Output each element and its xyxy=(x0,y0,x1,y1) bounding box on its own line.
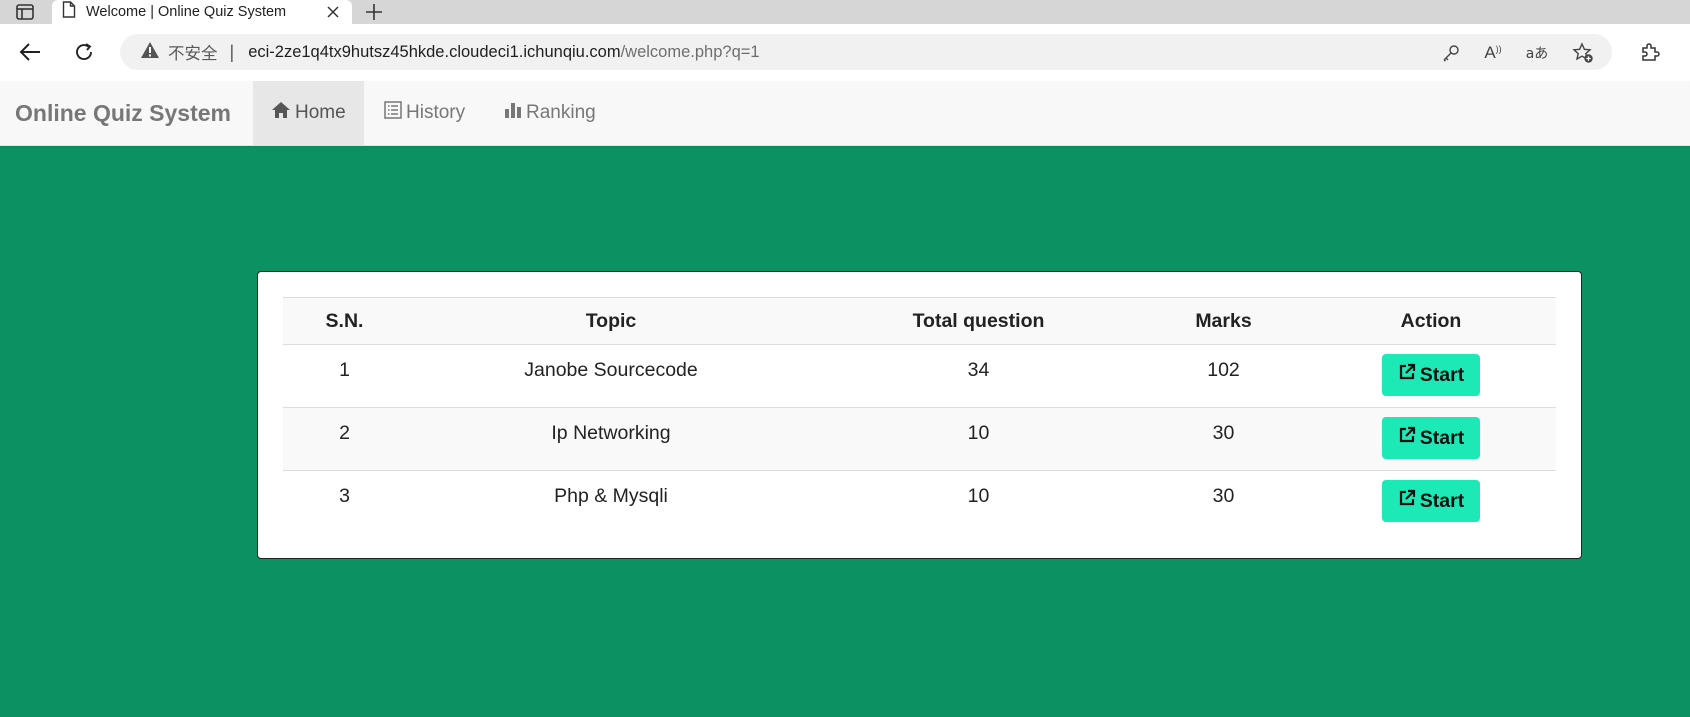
nav-item-label: Ranking xyxy=(526,102,596,123)
reload-icon[interactable] xyxy=(68,36,100,68)
list-icon xyxy=(384,101,406,125)
header-marks: Marks xyxy=(1141,297,1306,345)
close-icon[interactable] xyxy=(324,3,342,21)
cell-sn: 2 xyxy=(283,407,406,471)
url-host: eci-2ze1q4tx9hutsz45hkde.cloudeci1.ichun… xyxy=(248,42,621,61)
start-button[interactable]: Start xyxy=(1382,354,1480,396)
address-bar[interactable]: 不安全 | eci-2ze1q4tx9hutsz45hkde.cloudeci1… xyxy=(120,34,1612,70)
cell-sn: 3 xyxy=(283,470,406,534)
cell-topic: Janobe Sourcecode xyxy=(406,344,816,408)
tab-title: Welcome | Online Quiz System xyxy=(86,4,287,20)
quiz-panel: S.N. Topic Total question Marks Action 1… xyxy=(257,271,1582,559)
brand-title[interactable]: Online Quiz System xyxy=(15,81,231,146)
page-document-icon xyxy=(62,1,76,23)
cell-sn: 1 xyxy=(283,344,406,408)
nav-item-home[interactable]: Home xyxy=(253,81,364,145)
site-navbar: Online Quiz System Home History Ranking xyxy=(0,81,1690,146)
address-separator: | xyxy=(229,41,235,62)
home-icon xyxy=(271,101,295,125)
table-row: 3 Php & Mysqli 10 30 Start xyxy=(283,470,1556,534)
start-button-label: Start xyxy=(1419,489,1465,512)
nav-item-label: History xyxy=(406,102,466,123)
cell-marks: 30 xyxy=(1141,407,1306,471)
new-tab-icon[interactable] xyxy=(362,0,386,24)
header-action: Action xyxy=(1306,297,1556,345)
browser-toolbar: 不安全 | eci-2ze1q4tx9hutsz45hkde.cloudeci1… xyxy=(0,24,1690,81)
read-aloud-glyph: A xyxy=(1484,43,1496,62)
external-link-icon xyxy=(1398,489,1420,513)
start-button[interactable]: Start xyxy=(1382,417,1480,459)
url-path: /welcome.php?q=1 xyxy=(620,42,760,61)
security-warning[interactable]: 不安全 xyxy=(140,40,218,64)
cell-total-question: 34 xyxy=(816,344,1141,408)
table-row: 1 Janobe Sourcecode 34 102 Start xyxy=(283,344,1556,408)
browser-tab-strip: Welcome | Online Quiz System xyxy=(0,0,1690,24)
external-link-icon xyxy=(1398,363,1420,387)
cell-total-question: 10 xyxy=(816,407,1141,471)
favorites-star-icon[interactable] xyxy=(1572,42,1594,64)
translate-icon[interactable]: aあ xyxy=(1524,42,1550,64)
cell-total-question: 10 xyxy=(816,470,1141,534)
nav-item-label: Home xyxy=(295,102,346,123)
header-topic: Topic xyxy=(406,297,816,345)
bar-chart-icon xyxy=(504,101,526,125)
cell-action: Start xyxy=(1306,407,1556,471)
translate-glyph: aあ xyxy=(1525,46,1549,62)
start-button-label: Start xyxy=(1419,426,1465,449)
start-button-label: Start xyxy=(1419,363,1465,386)
quiz-table: S.N. Topic Total question Marks Action 1… xyxy=(283,297,1556,534)
read-aloud-icon[interactable]: A)) xyxy=(1482,42,1504,64)
browser-tab-active[interactable]: Welcome | Online Quiz System xyxy=(52,0,352,24)
back-arrow-icon[interactable] xyxy=(14,36,46,68)
start-button[interactable]: Start xyxy=(1382,480,1480,522)
nav-item-ranking[interactable]: Ranking xyxy=(486,81,614,145)
extensions-puzzle-icon[interactable] xyxy=(1636,38,1664,66)
header-total-question: Total question xyxy=(816,297,1141,345)
header-sn: S.N. xyxy=(283,297,406,345)
warning-triangle-icon xyxy=(140,41,160,64)
table-header-row: S.N. Topic Total question Marks Action xyxy=(283,297,1556,345)
cell-marks: 30 xyxy=(1141,470,1306,534)
tab-actions-icon[interactable] xyxy=(14,2,36,22)
security-label: 不安全 xyxy=(168,44,218,63)
nav-item-history[interactable]: History xyxy=(366,81,483,145)
table-row: 2 Ip Networking 10 30 Start xyxy=(283,407,1556,471)
cell-marks: 102 xyxy=(1141,344,1306,408)
cell-topic: Php & Mysqli xyxy=(406,470,816,534)
cell-topic: Ip Networking xyxy=(406,407,816,471)
external-link-icon xyxy=(1398,426,1420,450)
cell-action: Start xyxy=(1306,470,1556,534)
cell-action: Start xyxy=(1306,344,1556,408)
password-key-icon[interactable] xyxy=(1440,42,1462,64)
